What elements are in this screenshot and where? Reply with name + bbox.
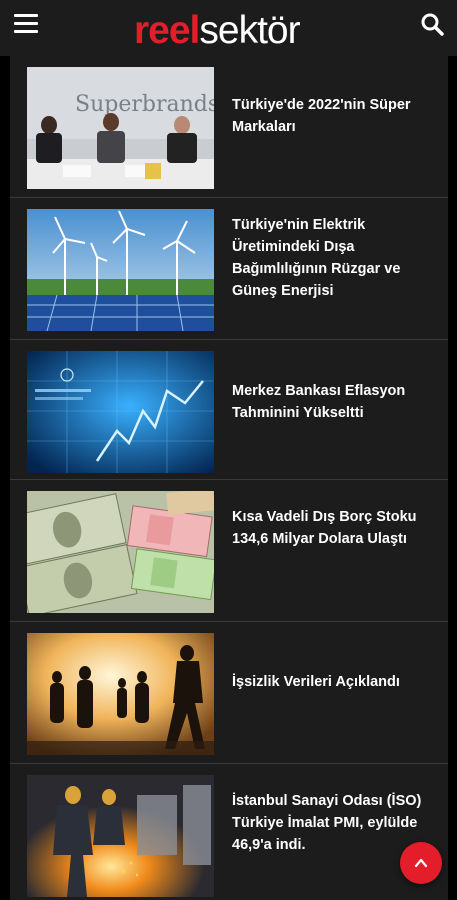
dollar-euro-banknotes-photo: [27, 491, 214, 613]
article-card[interactable]: Superbrands Türkiye'de 2022'nin Süper Ma…: [10, 56, 448, 198]
article-title[interactable]: Merkez Bankası Eflasyon Tahminini Yüksel…: [232, 380, 432, 424]
article-card[interactable]: İşsizlik Verileri Açıklandı: [10, 622, 448, 764]
article-thumbnail[interactable]: [27, 633, 214, 755]
top-navigation-bar: reelsektör: [0, 0, 457, 56]
logo-text-reel: reel: [134, 9, 200, 52]
industrial-welding-worker-photo: [27, 775, 214, 897]
article-thumbnail[interactable]: [27, 491, 214, 613]
article-card[interactable]: Merkez Bankası Eflasyon Tahminini Yüksel…: [10, 340, 448, 480]
article-title[interactable]: Türkiye'de 2022'nin Süper Markaları: [232, 94, 432, 138]
back-to-top-button[interactable]: [400, 842, 442, 884]
silhouettes-walking-people-photo: [27, 633, 214, 755]
hamburger-menu-icon[interactable]: [14, 14, 38, 36]
search-icon[interactable]: [420, 12, 446, 38]
article-thumbnail[interactable]: [27, 209, 214, 331]
article-card[interactable]: Kısa Vadeli Dış Borç Stoku 134,6 Milyar …: [10, 480, 448, 622]
article-card[interactable]: Türkiye'nin Elektrik Üretimindeki Dışa B…: [10, 198, 448, 340]
article-card[interactable]: İstanbul Sanayi Odası (İSO) Türkiye İmal…: [10, 764, 448, 900]
article-title[interactable]: İşsizlik Verileri Açıklandı: [232, 671, 432, 693]
article-thumbnail[interactable]: [27, 775, 214, 897]
superbrands-panel-photo: Superbrands: [27, 67, 214, 189]
wind-turbines-solar-panels-photo: [27, 209, 214, 331]
article-title[interactable]: İstanbul Sanayi Odası (İSO) Türkiye İmal…: [232, 790, 432, 856]
site-logo[interactable]: reelsektör: [134, 9, 301, 53]
logo-text-sektor: sektör: [199, 9, 300, 52]
chevron-up-icon: [414, 858, 428, 868]
svg-text:Superbrands: Superbrands: [75, 92, 214, 117]
article-thumbnail[interactable]: [27, 351, 214, 473]
article-feed[interactable]: Superbrands Türkiye'de 2022'nin Süper Ma…: [0, 56, 457, 900]
article-title[interactable]: Türkiye'nin Elektrik Üretimindeki Dışa B…: [232, 214, 432, 302]
article-thumbnail[interactable]: Superbrands: [27, 67, 214, 189]
article-title[interactable]: Kısa Vadeli Dış Borç Stoku 134,6 Milyar …: [232, 506, 432, 550]
central-bank-digital-graph-photo: [27, 351, 214, 473]
